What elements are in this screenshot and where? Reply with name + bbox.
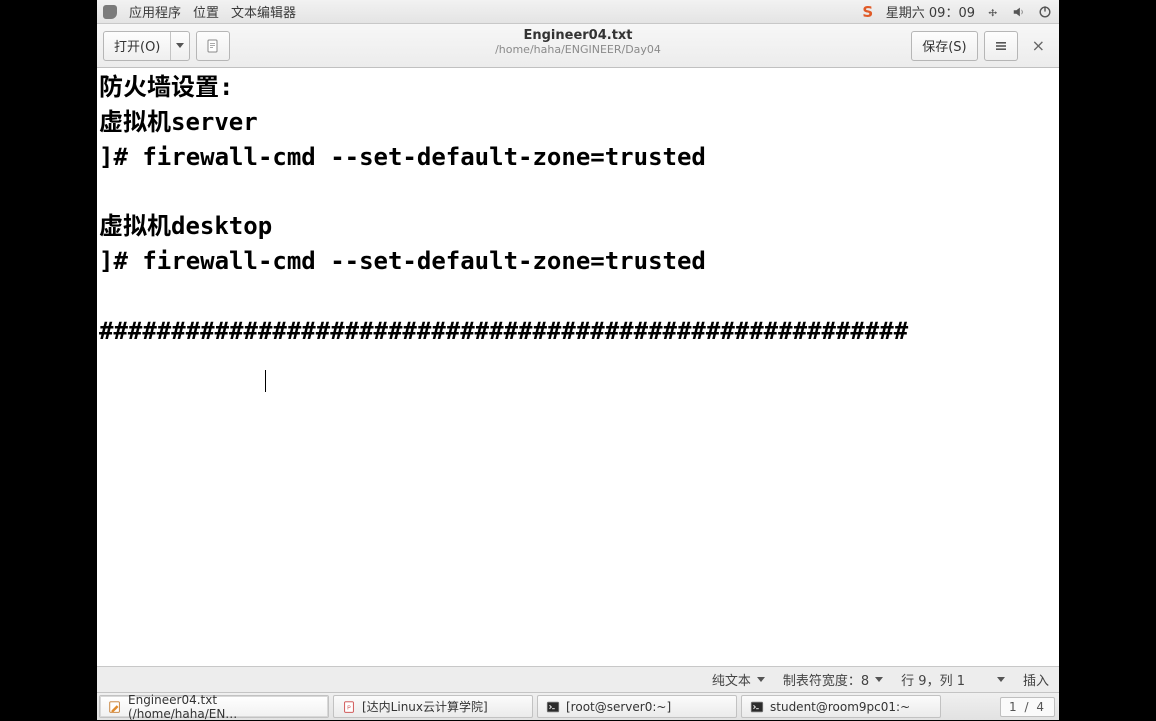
cursor-position-label: 行 9，列 1 <box>901 670 965 689</box>
taskbar-item-3[interactable]: student@room9pc01:~ <box>741 695 941 718</box>
syntax-label: 纯文本 <box>712 670 751 689</box>
taskbar-item-1[interactable]: P [达内Linux云计算学院] <box>333 695 533 718</box>
svg-text:P: P <box>347 705 351 711</box>
taskbar-item-2[interactable]: [root@server0:~] <box>537 695 737 718</box>
terminal-icon <box>546 700 560 714</box>
close-button[interactable]: × <box>1024 36 1053 55</box>
taskbar: Engineer04.txt (/home/haha/EN… P [达内Linux云… <box>97 692 1059 720</box>
hamburger-menu-button[interactable] <box>984 31 1018 61</box>
taskbar-item-0[interactable]: Engineer04.txt (/home/haha/EN… <box>99 695 329 718</box>
pdf-icon: P <box>342 700 356 714</box>
open-button-label: 打开(O) <box>104 32 171 60</box>
task-label: [达内Linux云计算学院] <box>362 698 488 715</box>
text-cursor <box>265 370 266 392</box>
volume-icon[interactable] <box>1011 4 1027 20</box>
tabwidth-selector[interactable]: 制表符宽度：8 <box>783 670 883 689</box>
document-content: 防火墙设置: 虚拟机server ]# firewall-cmd --set-d… <box>99 73 908 345</box>
new-document-button[interactable] <box>196 31 230 61</box>
syntax-selector[interactable]: 纯文本 <box>712 670 765 689</box>
task-label: student@room9pc01:~ <box>770 700 910 714</box>
editor-icon <box>108 700 122 714</box>
clock[interactable]: 星期六 09：09 <box>886 2 975 21</box>
editor-toolbar: 打开(O) Engineer04.txt /home/haha/ENGINEER… <box>97 24 1059 68</box>
top-panel: 应用程序 位置 文本编辑器 S 星期六 09：09 <box>97 0 1059 24</box>
text-editor-area[interactable]: 防火墙设置: 虚拟机server ]# firewall-cmd --set-d… <box>97 68 1059 666</box>
open-button[interactable]: 打开(O) <box>103 31 190 61</box>
task-label: Engineer04.txt (/home/haha/EN… <box>128 693 320 721</box>
open-dropdown-caret[interactable] <box>171 32 189 60</box>
task-label: [root@server0:~] <box>566 700 671 714</box>
insert-mode[interactable]: 插入 <box>1023 670 1049 689</box>
network-icon[interactable] <box>985 4 1001 20</box>
save-button[interactable]: 保存(S) <box>911 31 977 61</box>
terminal-icon <box>750 700 764 714</box>
activities-icon[interactable] <box>103 5 117 19</box>
workspace-indicator[interactable]: 1 / 4 <box>1000 697 1055 717</box>
status-bar: 纯文本 制表符宽度：8 行 9，列 1 插入 <box>97 666 1059 692</box>
ime-icon[interactable]: S <box>860 4 876 20</box>
power-icon[interactable] <box>1037 4 1053 20</box>
menu-places[interactable]: 位置 <box>193 2 219 21</box>
menu-texteditor[interactable]: 文本编辑器 <box>231 2 296 21</box>
menu-applications[interactable]: 应用程序 <box>129 2 181 21</box>
cursor-position-selector[interactable]: 行 9，列 1 <box>901 670 1005 689</box>
tabwidth-label: 制表符宽度：8 <box>783 670 869 689</box>
